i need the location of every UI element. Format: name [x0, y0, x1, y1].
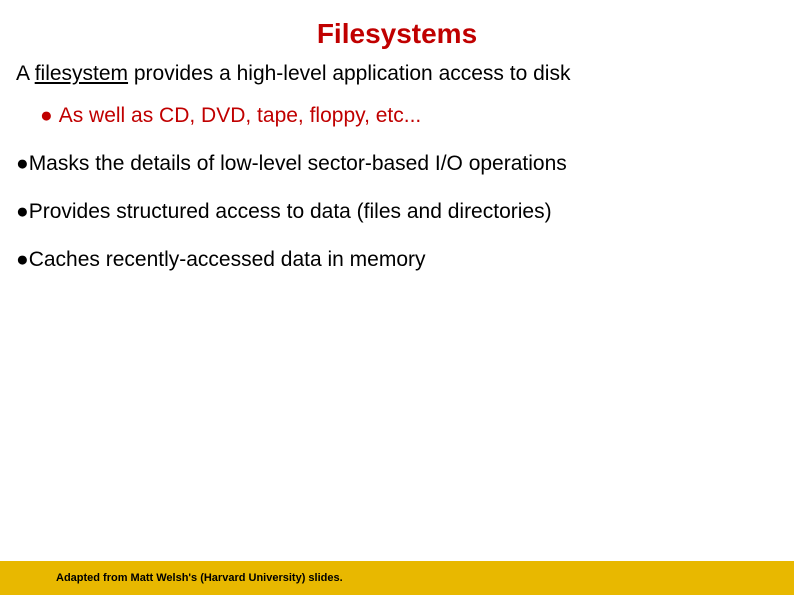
bullet-icon: ● — [16, 152, 29, 175]
bullet-text-2: Provides structured access to data (file… — [29, 200, 552, 223]
intro-underlined: filesystem — [35, 62, 128, 85]
footer-bar: Adapted from Matt Welsh's (Harvard Unive… — [0, 561, 794, 595]
slide-content: A filesystem provides a high-level appli… — [0, 62, 794, 272]
footer-text: Adapted from Matt Welsh's (Harvard Unive… — [0, 572, 343, 584]
intro-text: A filesystem provides a high-level appli… — [16, 62, 778, 86]
bullet-text-1: Masks the details of low-level sector-ba… — [29, 152, 567, 175]
slide: Filesystems A filesystem provides a high… — [0, 0, 794, 595]
bullet-item-3: ●Caches recently-accessed data in memory — [16, 248, 778, 272]
bullet-icon: ● — [16, 248, 29, 271]
intro-prefix: A — [16, 62, 35, 85]
intro-suffix: provides a high-level application access… — [128, 62, 570, 85]
bullet-item-1: ●Masks the details of low-level sector-b… — [16, 152, 778, 176]
bullet-text-3: Caches recently-accessed data in memory — [29, 248, 426, 271]
sub-bullet-item: ● As well as CD, DVD, tape, floppy, etc..… — [16, 104, 778, 128]
bullet-icon: ● — [16, 200, 29, 223]
bullet-icon: ● — [40, 104, 53, 127]
slide-title: Filesystems — [0, 0, 794, 62]
sub-bullet-text: As well as CD, DVD, tape, floppy, etc... — [59, 104, 422, 127]
bullet-item-2: ●Provides structured access to data (fil… — [16, 200, 778, 224]
